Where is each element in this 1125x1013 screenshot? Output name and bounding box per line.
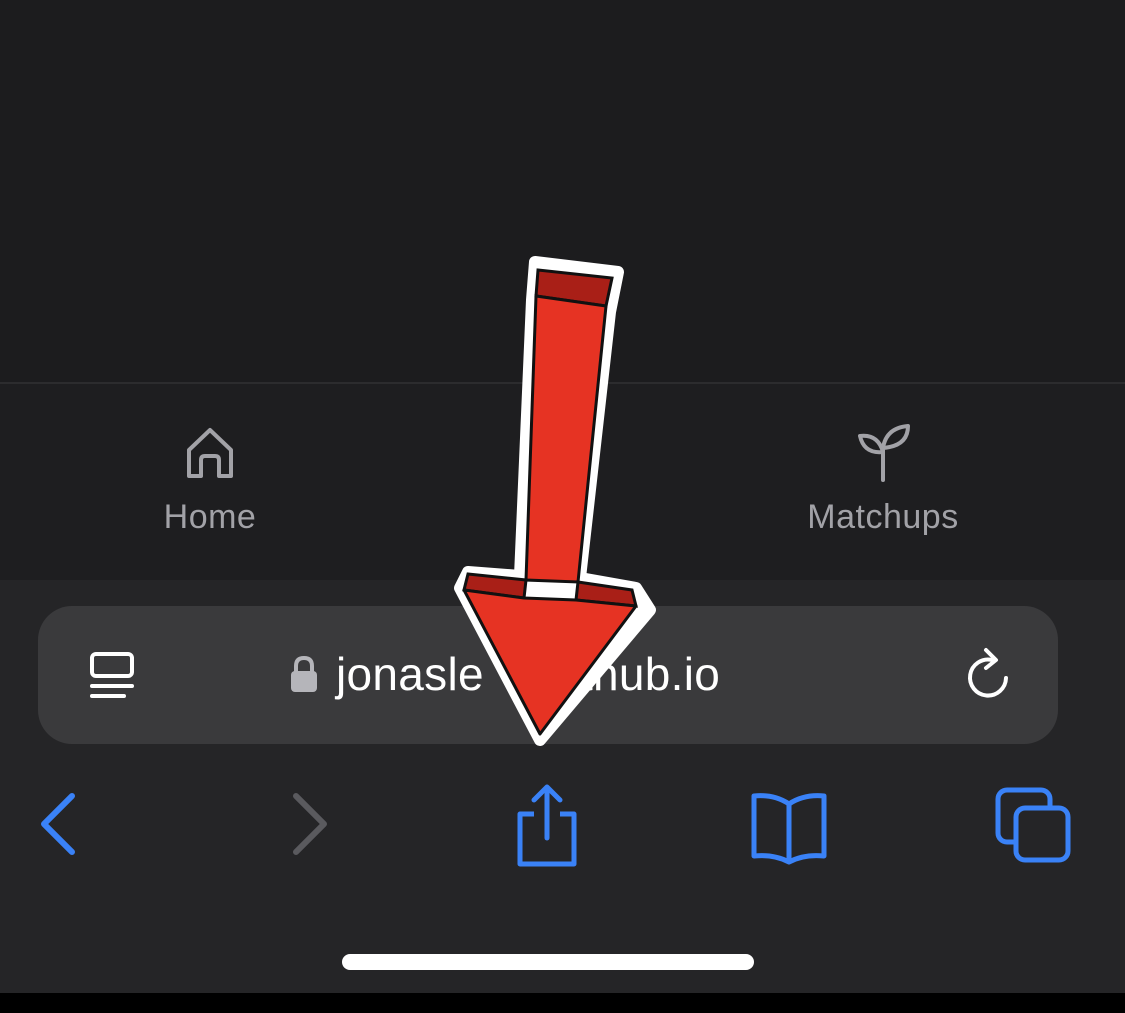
bottom-edge: [0, 993, 1125, 1013]
tab-middle-label: Y: [538, 498, 562, 536]
sprout-icon: [858, 424, 910, 482]
tabs-icon[interactable]: [988, 780, 1078, 870]
book-icon[interactable]: [744, 780, 834, 870]
tab-middle[interactable]: Y: [430, 422, 670, 542]
reload-icon[interactable]: [962, 646, 1018, 704]
forward-chevron-icon[interactable]: [264, 780, 354, 870]
mobile-screen: Home Y Matchups jonasle .github.io: [0, 0, 1125, 1013]
share-icon[interactable]: [502, 780, 592, 870]
address-bar[interactable]: jonasle .github.io: [38, 606, 1058, 744]
lock-icon: [291, 655, 317, 692]
tab-matchups-label: Matchups: [807, 498, 959, 536]
tab-home[interactable]: Home: [90, 422, 330, 542]
browser-toolbar: jonasle .github.io: [0, 580, 1125, 993]
hidden-icon: [519, 422, 581, 484]
reader-mode-icon[interactable]: [86, 648, 142, 704]
tab-home-label: Home: [163, 498, 257, 536]
tab-matchups[interactable]: Matchups: [763, 422, 1003, 542]
web-page-content: [0, 0, 1125, 382]
url-display[interactable]: jonasle .github.io: [288, 644, 720, 704]
home-indicator[interactable]: [342, 954, 754, 970]
url-text: jonasle .github.io: [336, 648, 721, 700]
web-app-tab-bar: Home Y Matchups: [0, 382, 1125, 582]
house-icon: [187, 428, 233, 478]
back-chevron-icon[interactable]: [16, 780, 106, 870]
